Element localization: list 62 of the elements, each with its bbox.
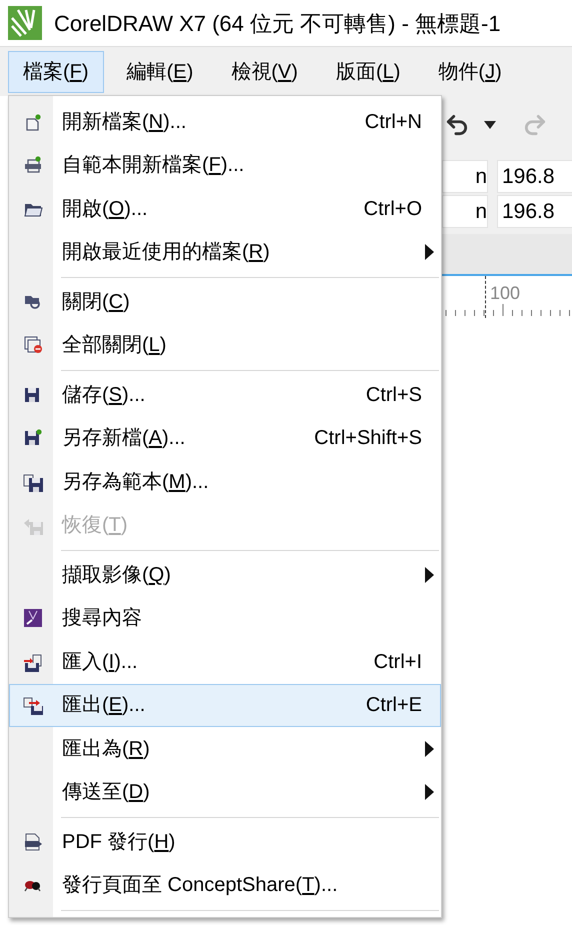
menu-item-label: 開新檔案(N)... — [62, 110, 186, 135]
menu-bar-item[interactable]: 物件(J) — [423, 50, 517, 92]
menu-item-label: 匯出為(R) — [62, 736, 150, 762]
content-search-icon — [23, 608, 43, 628]
menu-item-label: PDF 發行(H) — [62, 830, 176, 855]
menu-item[interactable]: 發行頁面至 ConceptShare(T)... — [9, 864, 441, 907]
menu-bar-item[interactable]: 檢視(V) — [216, 50, 313, 92]
menu-item-label: 擷取影像(Q) — [62, 562, 171, 588]
menu-item-label: 發行頁面至 ConceptShare(T)... — [62, 873, 338, 898]
undo-icon[interactable] — [444, 112, 470, 138]
shortcut-label: Ctrl+O — [364, 196, 422, 222]
ruler-label: 100 — [490, 282, 520, 305]
input-field[interactable]: 196.8 — [497, 195, 572, 228]
input-field[interactable]: 196.8 — [497, 160, 572, 193]
menu-item[interactable]: 開啟(O)... Ctrl+O — [9, 187, 441, 230]
menu-item-label: 傳送至(D) — [62, 780, 150, 806]
export-icon — [23, 695, 43, 716]
import-icon — [23, 652, 43, 672]
menu-bar-item[interactable]: 編輯(E) — [112, 50, 208, 92]
shortcut-label: Ctrl+I — [374, 650, 422, 675]
close-all-icon — [23, 335, 43, 356]
input-field[interactable]: n — [442, 160, 488, 193]
menu-item-label: 恢復(T) — [62, 513, 128, 538]
shortcut-label: Ctrl+Shift+S — [314, 426, 422, 452]
menu-item-label: 開啟最近使用的檔案(R) — [62, 240, 270, 266]
menu-item[interactable]: 傳送至(D) — [9, 770, 441, 814]
input-field[interactable]: n — [442, 195, 488, 228]
template-icon — [23, 155, 43, 176]
menu-item[interactable]: 開新檔案(N)... Ctrl+N — [9, 100, 441, 144]
menu-item[interactable]: 匯入(I)... Ctrl+I — [9, 640, 441, 684]
caret-icon[interactable] — [484, 121, 496, 129]
menu-item[interactable]: 另存新檔(A)... Ctrl+Shift+S — [9, 416, 441, 460]
menu-item[interactable]: 擷取影像(Q) — [9, 553, 441, 596]
shortcut-label: Ctrl+N — [364, 110, 422, 135]
menu-item-label: 另存為範本(M)... — [62, 470, 209, 495]
menu-item-label: 關閉(C) — [62, 290, 130, 315]
menu-item[interactable]: 儲存(S)... Ctrl+S — [9, 373, 441, 416]
menu-bar-item[interactable]: 版面(L) — [320, 50, 416, 92]
menu-item-label: 匯出(E)... — [62, 693, 146, 718]
menu-item[interactable]: 全部關閉(L) — [9, 324, 441, 367]
menu-item[interactable]: 另存為範本(M)... — [9, 460, 441, 504]
menu-item-label: 儲存(S)... — [62, 382, 146, 408]
menu-item-label: 匯入(I)... — [62, 650, 138, 675]
shortcut-label: Ctrl+E — [366, 693, 422, 718]
save-template-icon — [23, 472, 43, 492]
window-title: CorelDRAW X7 (64 位元 不可轉售) - 無標題-1 — [54, 10, 501, 38]
pdf-icon — [23, 832, 43, 852]
menu-item[interactable]: 搜尋內容 — [9, 596, 441, 640]
shortcut-label: Ctrl+S — [366, 382, 422, 408]
menu-item[interactable]: 匯出為(R) — [9, 727, 441, 770]
menu-item[interactable]: 關閉(C) — [9, 280, 441, 324]
menu-item-label: 搜尋內容 — [62, 606, 142, 632]
app-logo-icon — [8, 6, 42, 40]
menu-item[interactable]: PDF 發行(H) — [9, 820, 441, 864]
menu-item-label: 全部關閉(L) — [62, 333, 166, 358]
menu-bar-item[interactable]: 檔案(F) — [8, 50, 104, 92]
menu-item[interactable]: 開啟最近使用的檔案(R) — [9, 230, 441, 274]
menu-item[interactable]: 自範本開新檔案(F)... — [9, 144, 441, 187]
menu-item[interactable]: 匯出(E)... Ctrl+E — [9, 684, 441, 727]
menu-item-label: 另存新檔(A)... — [62, 426, 186, 452]
menu-item-label: 自範本開新檔案(F)... — [62, 153, 244, 178]
menu-item-label: 開啟(O)... — [62, 196, 148, 222]
